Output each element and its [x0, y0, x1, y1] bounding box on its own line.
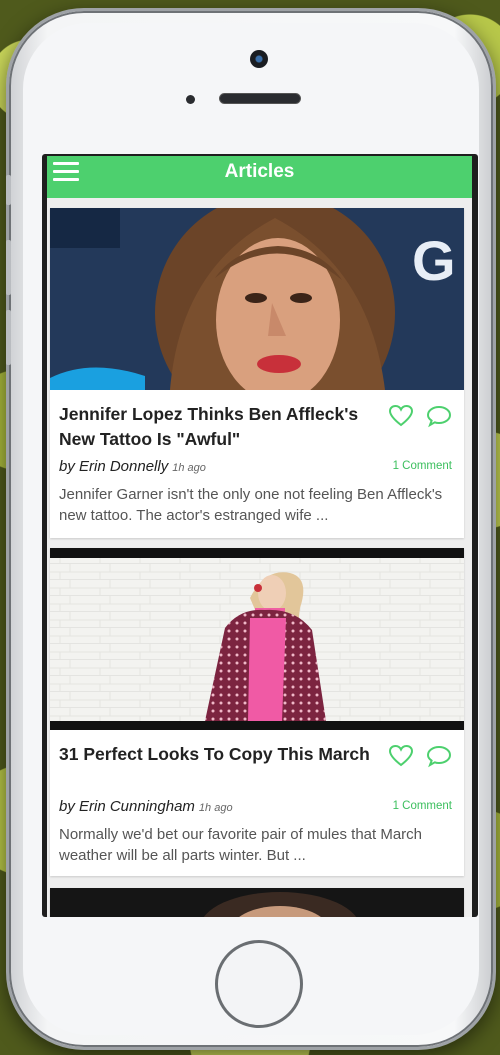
phone-screen: Articles G Jennifer Lopez Thinks Ben Aff… [42, 154, 478, 917]
article-actions [388, 404, 452, 428]
article-title[interactable]: Jennifer Lopez Thinks Ben Affleck's New … [59, 402, 379, 452]
article-image[interactable] [50, 888, 464, 917]
speech-bubble-icon[interactable] [426, 404, 452, 428]
page-title: Articles [224, 161, 295, 182]
volume-down-button [6, 310, 11, 365]
comments-link[interactable]: 1 Comment [393, 460, 452, 472]
article-excerpt: Jennifer Garner isn't the only one not f… [59, 486, 443, 524]
speech-bubble-icon[interactable] [426, 744, 452, 768]
app-bar: Articles [47, 156, 472, 198]
heart-icon[interactable] [388, 744, 414, 768]
article-time: 1h ago [172, 462, 206, 474]
earpiece-speaker [219, 93, 301, 104]
article-image[interactable] [50, 548, 464, 730]
article-title[interactable]: 31 Perfect Looks To Copy This March [59, 742, 379, 767]
article-byline: by Erin Cunningham 1h ago [59, 798, 233, 815]
article-actions [388, 744, 452, 768]
article-image[interactable]: G [50, 208, 464, 390]
proximity-sensor [186, 95, 195, 104]
article-author[interactable]: by Erin Donnelly [59, 458, 168, 475]
article-author[interactable]: by Erin Cunningham [59, 798, 195, 815]
svg-text:G: G [412, 229, 456, 292]
home-button[interactable] [215, 940, 303, 1028]
mute-switch [6, 175, 11, 205]
front-camera [250, 50, 268, 68]
article-excerpt: Normally we'd bet our favorite pair of m… [59, 826, 423, 864]
heart-icon[interactable] [388, 404, 414, 428]
volume-up-button [6, 240, 11, 295]
article-card[interactable]: 31 Perfect Looks To Copy This March by E… [50, 548, 464, 876]
article-feed[interactable]: G Jennifer Lopez Thinks Ben Affleck's Ne… [47, 198, 472, 917]
comments-link[interactable]: 1 Comment [393, 800, 452, 812]
article-card[interactable] [50, 888, 464, 917]
article-time: 1h ago [198, 802, 233, 814]
article-card[interactable]: G Jennifer Lopez Thinks Ben Affleck's Ne… [50, 208, 464, 538]
article-byline: by Erin Donnelly 1h ago [59, 458, 206, 475]
